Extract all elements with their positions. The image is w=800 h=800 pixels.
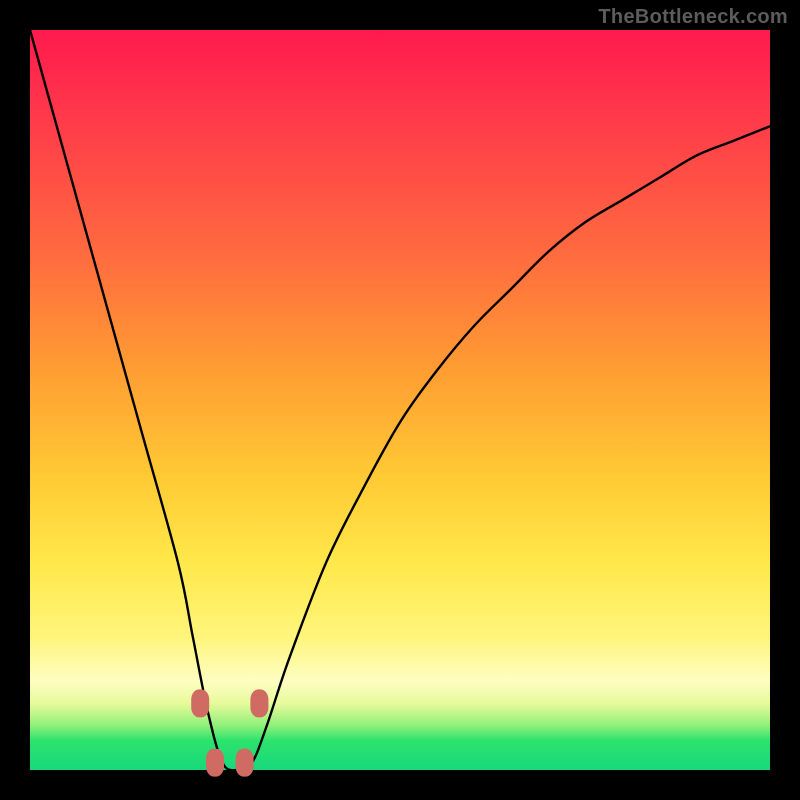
- marker-group: [191, 689, 268, 776]
- bottleneck-curve: [30, 30, 770, 770]
- curve-marker: [236, 749, 254, 777]
- curve-marker: [250, 689, 268, 717]
- curve-svg: [30, 30, 770, 770]
- watermark-text: TheBottleneck.com: [598, 6, 788, 29]
- curve-marker: [206, 749, 224, 777]
- curve-marker: [191, 689, 209, 717]
- plot-area: [30, 30, 770, 770]
- chart-frame: TheBottleneck.com: [0, 0, 800, 800]
